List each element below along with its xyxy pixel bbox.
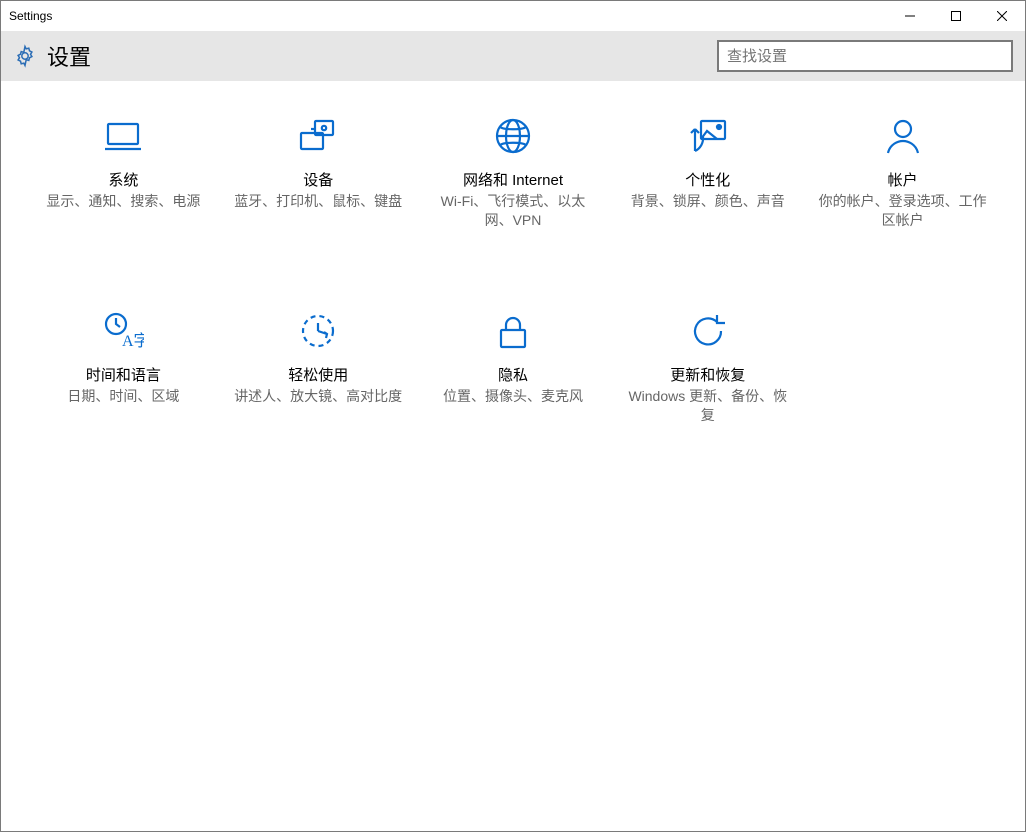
window-title: Settings [9, 9, 887, 23]
tile-ease-of-access[interactable]: 轻松使用 讲述人、放大镜、高对比度 [226, 310, 411, 425]
gear-icon [13, 44, 37, 68]
lock-icon [492, 310, 534, 352]
tile-system[interactable]: 系统 显示、通知、搜索、电源 [31, 115, 216, 230]
titlebar: Settings [1, 1, 1025, 31]
tile-title: 帐户 [888, 169, 918, 190]
tile-desc: Windows 更新、备份、恢复 [623, 387, 793, 425]
maximize-button[interactable] [933, 1, 979, 31]
tile-title: 网络和 Internet [463, 169, 563, 190]
tile-title: 轻松使用 [288, 364, 348, 385]
tile-title: 系统 [108, 169, 138, 190]
ease-of-access-icon [297, 310, 339, 352]
settings-window: Settings 设置 [0, 0, 1026, 832]
update-icon [687, 310, 729, 352]
system-icon [102, 115, 144, 157]
tile-desc: 位置、摄像头、麦克风 [443, 387, 583, 406]
tile-title: 个性化 [685, 169, 730, 190]
close-icon [997, 11, 1007, 21]
tile-desc: 背景、锁屏、颜色、声音 [631, 192, 785, 211]
minimize-icon [905, 11, 915, 21]
tile-privacy[interactable]: 隐私 位置、摄像头、麦克风 [421, 310, 606, 425]
search-input[interactable] [727, 48, 1003, 65]
account-icon [882, 115, 924, 157]
devices-icon [297, 115, 339, 157]
tile-desc: Wi-Fi、飞行模式、以太网、VPN [428, 192, 598, 230]
content: 系统 显示、通知、搜索、电源 设备 蓝牙、打印机、鼠标、键盘 [1, 81, 1025, 831]
globe-icon [492, 115, 534, 157]
svg-text:A字: A字 [122, 332, 144, 350]
tile-title: 隐私 [498, 364, 528, 385]
search-box[interactable] [717, 40, 1013, 72]
tile-devices[interactable]: 设备 蓝牙、打印机、鼠标、键盘 [226, 115, 411, 230]
personalization-icon [687, 115, 729, 157]
header: 设置 [1, 31, 1025, 81]
tile-desc: 讲述人、放大镜、高对比度 [234, 387, 402, 406]
tiles-grid: 系统 显示、通知、搜索、电源 设备 蓝牙、打印机、鼠标、键盘 [31, 115, 995, 425]
tile-title: 设备 [303, 169, 333, 190]
minimize-button[interactable] [887, 1, 933, 31]
tile-personalization[interactable]: 个性化 背景、锁屏、颜色、声音 [615, 115, 800, 230]
tile-accounts[interactable]: 帐户 你的帐户、登录选项、工作区帐户 [810, 115, 995, 230]
time-language-icon: A字 [102, 310, 144, 352]
tile-update-recovery[interactable]: 更新和恢复 Windows 更新、备份、恢复 [615, 310, 800, 425]
tile-desc: 你的帐户、登录选项、工作区帐户 [818, 192, 988, 230]
tile-network[interactable]: 网络和 Internet Wi-Fi、飞行模式、以太网、VPN [421, 115, 606, 230]
tile-desc: 蓝牙、打印机、鼠标、键盘 [234, 192, 402, 211]
close-button[interactable] [979, 1, 1025, 31]
tile-title: 更新和恢复 [670, 364, 745, 385]
tile-desc: 日期、时间、区域 [67, 387, 179, 406]
window-controls [887, 1, 1025, 31]
tile-time-language[interactable]: A字 时间和语言 日期、时间、区域 [31, 310, 216, 425]
tile-desc: 显示、通知、搜索、电源 [46, 192, 200, 211]
page-title: 设置 [47, 40, 91, 72]
tile-title: 时间和语言 [86, 364, 161, 385]
header-left: 设置 [13, 40, 91, 72]
maximize-icon [951, 11, 961, 21]
